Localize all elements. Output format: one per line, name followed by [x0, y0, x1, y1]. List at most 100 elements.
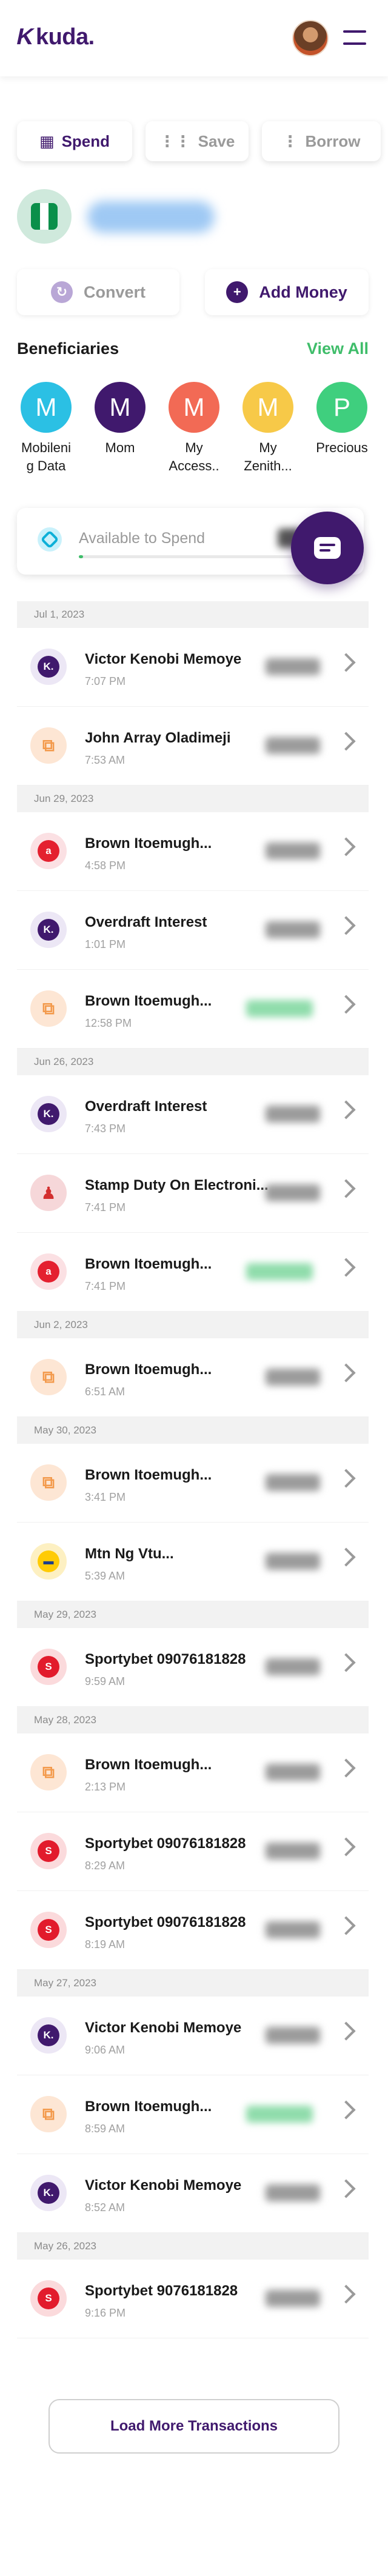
- chat-button[interactable]: [291, 512, 364, 584]
- transaction-time: 9:16 PM: [85, 2307, 126, 2319]
- transaction-amount-hidden: [266, 1921, 320, 1938]
- date-header: May 30, 2023: [17, 1417, 369, 1444]
- sportybet-icon: S: [30, 1912, 67, 1948]
- chevron-right-icon: [336, 1363, 356, 1383]
- date-header: Jun 2, 2023: [17, 1312, 369, 1338]
- shield-icon: [38, 527, 62, 552]
- chevron-right-icon: [336, 1258, 356, 1277]
- transaction-amount-hidden: [266, 658, 320, 675]
- transaction-amount-hidden: [266, 1658, 320, 1675]
- chevron-right-icon: [336, 1758, 356, 1778]
- transaction-row[interactable]: K. Victor Kenobi Memoye 7:07 PM: [17, 628, 369, 707]
- transaction-amount-hidden: [266, 843, 320, 859]
- convert-button[interactable]: ↻ Convert: [17, 269, 179, 315]
- transaction-amount-hidden: [266, 1106, 320, 1123]
- transaction-time: 12:58 PM: [85, 1017, 132, 1029]
- kuda-icon: K.: [30, 1096, 67, 1132]
- transfer-icon: ⧉: [30, 1359, 67, 1395]
- account-tabs: ▦ Spend ⋮⋮ Save ⋮ Borrow: [17, 121, 381, 161]
- transaction-time: 7:07 PM: [85, 675, 126, 687]
- beneficiary-avatar: P: [316, 382, 367, 433]
- load-more-button[interactable]: Load More Transactions: [48, 2399, 340, 2454]
- date-header: Jul 1, 2023: [17, 601, 369, 628]
- available-label: Available to Spend: [79, 530, 206, 547]
- beneficiary-label: Precious: [316, 440, 368, 455]
- transaction-name: Sportybet 09076181828: [85, 1914, 246, 1930]
- transaction-row[interactable]: ♟ Stamp Duty On Electroni... 7:41 PM: [17, 1154, 369, 1233]
- transaction-row[interactable]: K. Overdraft Interest 1:01 PM: [17, 891, 369, 970]
- chevron-right-icon: [336, 1100, 356, 1119]
- tab-label: Borrow: [305, 132, 361, 150]
- transaction-row[interactable]: S Sportybet 09076181828 9:59 AM: [17, 1628, 369, 1707]
- convert-icon: ↻: [50, 281, 73, 303]
- transaction-name: Overdraft Interest: [85, 1098, 207, 1115]
- view-all-link[interactable]: View All: [307, 339, 369, 358]
- transaction-time: 7:53 AM: [85, 754, 125, 766]
- tab-borrow[interactable]: ⋮ Borrow: [262, 121, 381, 161]
- transaction-time: 8:29 AM: [85, 1860, 125, 1872]
- beneficiary-label: Mobileni g Data: [21, 440, 71, 473]
- quick-actions: ↻ Convert + Add Money: [17, 269, 369, 315]
- transaction-amount-hidden: [266, 1843, 320, 1860]
- tab-save[interactable]: ⋮⋮ Save: [146, 121, 249, 161]
- avatar[interactable]: [292, 20, 329, 56]
- transaction-row[interactable]: ⧉ Brown Itoemugh... 3:41 PM: [17, 1444, 369, 1523]
- beneficiary-item[interactable]: M Mom: [91, 382, 149, 457]
- add-money-label: Add Money: [259, 282, 347, 301]
- transaction-row[interactable]: ⧉ Brown Itoemugh... 8:59 AM: [17, 2075, 369, 2154]
- add-money-button[interactable]: + Add Money: [205, 269, 369, 315]
- airtel-icon: a: [30, 833, 67, 869]
- account-name-hidden: [87, 201, 215, 233]
- dots-icon: ⋮: [282, 132, 298, 150]
- transfer-icon: ⧉: [30, 2096, 67, 2132]
- chevron-right-icon: [336, 2284, 356, 2304]
- transaction-time: 3:41 PM: [85, 1491, 126, 1503]
- sportybet-icon: S: [30, 2280, 67, 2317]
- transaction-name: Victor Kenobi Memoye: [85, 651, 242, 667]
- transaction-row[interactable]: K. Overdraft Interest 7:43 PM: [17, 1075, 369, 1154]
- transaction-row[interactable]: S Sportybet 9076181828 9:16 PM: [17, 2260, 369, 2338]
- beneficiary-item[interactable]: M My Zenith...: [239, 382, 297, 475]
- transaction-row[interactable]: ⧉ Brown Itoemugh... 6:51 AM: [17, 1338, 369, 1417]
- transaction-name: Sportybet 9076181828: [85, 2283, 238, 2299]
- transaction-row[interactable]: ⧉ Brown Itoemugh... 2:13 PM: [17, 1733, 369, 1812]
- transaction-row[interactable]: S Sportybet 09076181828 8:19 AM: [17, 1891, 369, 1970]
- chat-icon: [314, 537, 341, 559]
- chevron-right-icon: [336, 2100, 356, 2120]
- kuda-icon: K.: [30, 912, 67, 948]
- transaction-row[interactable]: K. Victor Kenobi Memoye 8:52 AM: [17, 2154, 369, 2233]
- transaction-row[interactable]: ⧉ John Array Oladimeji 7:53 AM: [17, 707, 369, 786]
- kuda-logo[interactable]: Kkuda.: [15, 24, 95, 50]
- chevron-right-icon: [336, 1653, 356, 1672]
- transaction-row[interactable]: a Brown Itoemugh... 7:41 PM: [17, 1233, 369, 1312]
- chevron-right-icon: [336, 837, 356, 856]
- transaction-amount-hidden: [266, 2027, 320, 2044]
- transaction-time: 8:19 AM: [85, 1938, 125, 1950]
- tab-label: Save: [198, 132, 235, 150]
- kuda-icon: K.: [30, 2017, 67, 2054]
- date-header: May 28, 2023: [17, 1707, 369, 1733]
- transaction-row[interactable]: ⧉ Brown Itoemugh... 12:58 PM: [17, 970, 369, 1049]
- transaction-name: Sportybet 09076181828: [85, 1651, 246, 1667]
- hamburger-menu-icon[interactable]: [343, 29, 366, 47]
- tab-spend[interactable]: ▦ Spend: [17, 121, 132, 161]
- transaction-name: Stamp Duty On Electroni...: [85, 1177, 269, 1193]
- beneficiary-item[interactable]: M Mobileni g Data: [17, 382, 75, 475]
- date-header: May 27, 2023: [17, 1970, 369, 1997]
- kuda-icon: K.: [30, 2175, 67, 2211]
- transaction-time: 5:39 AM: [85, 1570, 125, 1582]
- transaction-row[interactable]: S Sportybet 09076181828 8:29 AM: [17, 1812, 369, 1891]
- beneficiary-item[interactable]: M My Access..: [165, 382, 223, 475]
- transaction-amount-hidden: [266, 1474, 320, 1491]
- chevron-right-icon: [336, 916, 356, 935]
- transaction-row[interactable]: K. Victor Kenobi Memoye 9:06 AM: [17, 1997, 369, 2075]
- beneficiary-item[interactable]: P Precious: [313, 382, 371, 457]
- transaction-row[interactable]: a Brown Itoemugh... 4:58 PM: [17, 812, 369, 891]
- chevron-right-icon: [336, 653, 356, 672]
- chevron-right-icon: [336, 1179, 356, 1198]
- beneficiary-avatar: M: [242, 382, 293, 433]
- tab-label: Spend: [61, 132, 110, 150]
- transaction-name: Victor Kenobi Memoye: [85, 2020, 242, 2036]
- transaction-list: Jul 1, 2023 K. Victor Kenobi Memoye 7:07 PM…: [17, 601, 369, 2338]
- transaction-row[interactable]: ▬ Mtn Ng Vtu... 5:39 AM: [17, 1523, 369, 1601]
